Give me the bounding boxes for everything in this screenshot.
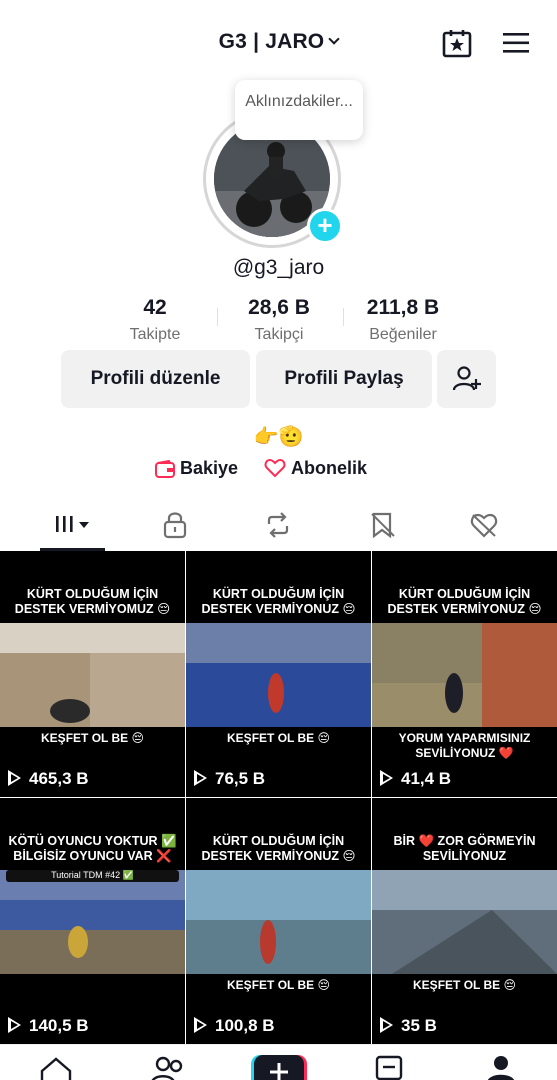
wallet-icon bbox=[155, 459, 175, 478]
balance-label: Bakiye bbox=[180, 458, 239, 478]
view-count: 140,5 B bbox=[8, 1016, 89, 1036]
tab-saved[interactable] bbox=[348, 506, 418, 551]
saved-icon bbox=[371, 512, 395, 539]
view-count: 100,8 B bbox=[194, 1016, 275, 1036]
video-thumbnail[interactable]: KÖTÜ OYUNCU YOKTUR ✅ BİLGİSİZ OYUNCU VAR… bbox=[0, 798, 185, 1044]
play-icon bbox=[194, 1017, 207, 1033]
view-count: 41,4 B bbox=[380, 769, 451, 789]
account-switcher[interactable]: G3 | JARO bbox=[0, 30, 557, 54]
lock-icon bbox=[163, 512, 187, 539]
video-caption-top: KÜRT OLDUĞUM İÇİN DESTEK VERMİYONUZ 😔 bbox=[387, 587, 542, 616]
video-thumbnail[interactable]: BİR ❤️ ZOR GÖRMEYİN SEVİLİYONUZ KEŞFET O… bbox=[372, 798, 557, 1044]
video-caption-top: KÖTÜ OYUNCU YOKTUR ✅ BİLGİSİZ OYUNCU VAR… bbox=[8, 834, 177, 863]
gameplay-image bbox=[186, 623, 371, 727]
tab-reposts[interactable] bbox=[243, 506, 313, 551]
note-bubble[interactable]: Aklınızdakiler... bbox=[235, 80, 363, 140]
video-thumbnail[interactable]: KÜRT OLDUĞUM İÇİN DESTEK VERMİYOMUZ 😔 KE… bbox=[0, 551, 185, 797]
likes-count: 211,8 B bbox=[366, 296, 440, 319]
view-count-value: 41,4 B bbox=[401, 769, 452, 788]
note-bubble-text: Aklınızdakiler... bbox=[245, 93, 353, 110]
view-count-value: 100,8 B bbox=[215, 1016, 275, 1035]
video-thumbnail[interactable]: KÜRT OLDUĞUM İÇİN DESTEK VERMİYONUZ 😔 KE… bbox=[186, 798, 371, 1044]
heart-star-icon bbox=[264, 458, 286, 478]
video-caption-top: KÜRT OLDUĞUM İÇİN DESTEK VERMİYONUZ 😔 bbox=[201, 834, 356, 863]
calendar-star-icon[interactable] bbox=[442, 28, 472, 58]
profile-tabs bbox=[0, 506, 557, 551]
chevron-down-icon bbox=[328, 33, 341, 45]
bottom-nav bbox=[0, 1044, 557, 1080]
divider bbox=[217, 308, 218, 326]
video-caption-top: BİR ❤️ ZOR GÖRMEYİN SEVİLİYONUZ bbox=[393, 834, 536, 863]
menu-icon[interactable] bbox=[502, 32, 530, 54]
play-icon bbox=[380, 770, 393, 786]
profile-links: Bakiye Abonelik bbox=[0, 458, 557, 484]
play-icon bbox=[8, 770, 21, 786]
liked-icon bbox=[470, 513, 498, 538]
play-icon bbox=[194, 770, 207, 786]
add-friend-button[interactable] bbox=[437, 350, 496, 408]
video-caption-bottom: KEŞFET OL BE 😔 bbox=[413, 978, 516, 992]
view-count: 35 B bbox=[380, 1016, 437, 1036]
view-count: 465,3 B bbox=[8, 769, 89, 789]
gameplay-image bbox=[0, 870, 185, 974]
following-label: Takipte bbox=[129, 326, 181, 343]
profile-stats: 42 Takipte 28,6 B Takipçi 211,8 B Beğeni… bbox=[95, 296, 465, 346]
subscription-link[interactable]: Abonelik bbox=[264, 458, 367, 479]
likes-stat[interactable]: 211,8 B Beğeniler bbox=[343, 296, 463, 344]
gameplay-image bbox=[372, 870, 557, 974]
tab-videos[interactable] bbox=[38, 506, 108, 551]
profile-handle: @g3_jaro bbox=[232, 256, 325, 279]
gameplay-image bbox=[186, 870, 371, 974]
followers-stat[interactable]: 28,6 B Takipçi bbox=[219, 296, 339, 344]
profile-bio: 👉🫡 bbox=[253, 426, 304, 448]
friends-icon[interactable] bbox=[148, 1053, 188, 1080]
video-grid: KÜRT OLDUĞUM İÇİN DESTEK VERMİYOMUZ 😔 KE… bbox=[0, 551, 557, 1044]
tab-private[interactable] bbox=[140, 506, 210, 551]
add-story-button[interactable]: + bbox=[307, 208, 343, 244]
play-icon bbox=[380, 1017, 393, 1033]
inbox-icon[interactable] bbox=[369, 1053, 409, 1080]
followers-label: Takipçi bbox=[254, 326, 304, 343]
video-thumbnail[interactable]: KÜRT OLDUĞUM İÇİN DESTEK VERMİYONUZ 😔 KE… bbox=[186, 551, 371, 797]
following-stat[interactable]: 42 Takipte bbox=[95, 296, 215, 344]
video-caption-bottom: KEŞFET OL BE 😔 bbox=[227, 978, 330, 992]
videos-tab-icon bbox=[56, 516, 89, 532]
followers-count: 28,6 B bbox=[248, 296, 310, 319]
view-count-value: 35 B bbox=[401, 1016, 437, 1035]
edit-profile-button[interactable]: Profili düzenle bbox=[61, 350, 250, 408]
gameplay-image bbox=[0, 623, 185, 727]
balance-link[interactable]: Bakiye bbox=[155, 458, 238, 479]
view-count-value: 140,5 B bbox=[29, 1016, 89, 1035]
video-caption-bottom: YORUM YAPARMISINIZ SEVİLİYONUZ ❤️ bbox=[398, 731, 531, 760]
video-caption-bottom: KEŞFET OL BE 😔 bbox=[41, 731, 144, 745]
video-inset-label: Tutorial TDM #42 ✅ bbox=[6, 870, 179, 882]
view-count-value: 465,3 B bbox=[29, 769, 89, 788]
repost-icon bbox=[267, 512, 289, 538]
account-name: G3 | JARO bbox=[218, 30, 325, 53]
tab-liked[interactable] bbox=[449, 506, 519, 551]
play-icon bbox=[8, 1017, 21, 1033]
profile-nav-icon[interactable] bbox=[481, 1053, 521, 1080]
video-caption-top: KÜRT OLDUĞUM İÇİN DESTEK VERMİYOMUZ 😔 bbox=[14, 587, 171, 616]
gameplay-image bbox=[372, 623, 557, 727]
video-thumbnail[interactable]: KÜRT OLDUĞUM İÇİN DESTEK VERMİYONUZ 😔 YO… bbox=[372, 551, 557, 797]
view-count-value: 76,5 B bbox=[215, 769, 266, 788]
following-count: 42 bbox=[143, 296, 167, 319]
subscription-label: Abonelik bbox=[291, 458, 368, 478]
create-button[interactable] bbox=[251, 1055, 307, 1080]
add-user-icon bbox=[452, 366, 481, 391]
view-count: 76,5 B bbox=[194, 769, 265, 789]
home-icon[interactable] bbox=[36, 1053, 76, 1080]
video-caption-top: KÜRT OLDUĞUM İÇİN DESTEK VERMİYONUZ 😔 bbox=[201, 587, 356, 616]
share-profile-button[interactable]: Profili Paylaş bbox=[256, 350, 432, 408]
video-caption-bottom: KEŞFET OL BE 😔 bbox=[227, 731, 330, 745]
top-bar: G3 | JARO bbox=[0, 0, 557, 86]
likes-label: Beğeniler bbox=[369, 326, 437, 343]
